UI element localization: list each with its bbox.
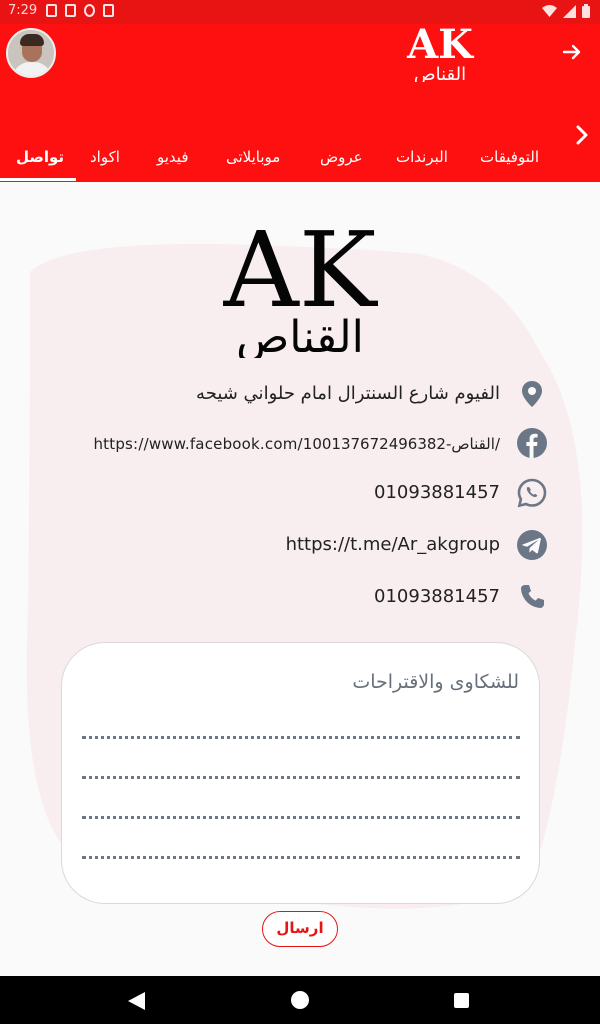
tab-brands[interactable]: البرندات xyxy=(396,148,448,166)
brand-logo: AK القناص xyxy=(223,218,379,358)
status-bar: 7:29 xyxy=(0,0,600,24)
contact-address[interactable]: الفيوم شارع السنترال امام حلواني شيحه xyxy=(60,374,548,414)
contact-facebook[interactable]: https://www.facebook.com/القناص-10013767… xyxy=(60,423,548,463)
phone-number[interactable]: 01093881457 xyxy=(374,586,500,607)
contact-phone[interactable]: 01093881457 xyxy=(60,577,548,617)
tab-mobiles[interactable]: موبايلاتى xyxy=(226,148,280,166)
tab-contact[interactable]: تواصل xyxy=(16,148,64,166)
system-nav-bar xyxy=(0,976,600,1024)
chevron-right-icon[interactable] xyxy=(572,122,592,148)
notification-download-icon xyxy=(65,4,76,17)
feedback-line-3[interactable] xyxy=(82,816,520,819)
phone-icon xyxy=(521,585,544,608)
feedback-line-4[interactable] xyxy=(82,856,520,859)
svg-text:القناص: القناص xyxy=(236,312,364,358)
feedback-line-1[interactable] xyxy=(82,736,520,739)
whatsapp-number[interactable]: 01093881457 xyxy=(374,482,500,503)
facebook-icon xyxy=(517,428,547,458)
tab-video[interactable]: فيديو xyxy=(157,148,189,166)
avatar[interactable] xyxy=(6,28,56,78)
telegram-url[interactable]: https://t.me/Ar_akgroup xyxy=(286,534,500,555)
arrow-forward-icon[interactable] xyxy=(560,40,584,64)
app-bar: AK القناص التوفيقات البرندات عروض موبايل… xyxy=(0,24,600,182)
contact-telegram[interactable]: https://t.me/Ar_akgroup xyxy=(60,525,548,565)
notification-icons xyxy=(46,4,114,17)
active-tab-indicator xyxy=(0,178,76,181)
contact-whatsapp[interactable]: 01093881457 xyxy=(60,473,548,513)
status-time: 7:29 xyxy=(8,3,38,18)
category-tabs: التوفيقات البرندات عروض موبايلاتى فيديو … xyxy=(0,132,600,182)
svg-text:القناص: القناص xyxy=(414,64,466,82)
notification-sync-icon xyxy=(84,4,95,17)
tab-codes[interactable]: اكواد xyxy=(90,148,120,166)
nav-home-icon[interactable] xyxy=(291,991,309,1009)
nav-recents-icon[interactable] xyxy=(454,993,469,1008)
wifi-icon xyxy=(542,5,557,17)
location-pin-icon xyxy=(522,381,542,407)
telegram-icon xyxy=(517,530,547,560)
feedback-card[interactable]: للشكاوى والاقتراحات xyxy=(61,642,540,904)
sd-card-icon xyxy=(103,4,114,17)
feedback-line-2[interactable] xyxy=(82,776,520,779)
svg-text:AK: AK xyxy=(406,24,474,68)
whatsapp-icon xyxy=(517,478,547,508)
signal-icon xyxy=(563,4,576,18)
system-icons xyxy=(542,4,590,18)
app-logo: AK القناص xyxy=(406,24,474,82)
notification-a-icon xyxy=(46,4,57,17)
feedback-title: للشكاوى والاقتراحات xyxy=(352,671,519,693)
tab-offers[interactable]: عروض xyxy=(320,148,363,166)
nav-back-icon[interactable] xyxy=(128,992,145,1010)
battery-icon xyxy=(582,4,590,18)
tab-tawfikat[interactable]: التوفيقات xyxy=(480,148,539,166)
send-button[interactable]: ارسال xyxy=(262,911,338,947)
address-text: الفيوم شارع السنترال امام حلواني شيحه xyxy=(196,383,500,404)
facebook-url[interactable]: https://www.facebook.com/القناص-10013767… xyxy=(93,435,500,453)
